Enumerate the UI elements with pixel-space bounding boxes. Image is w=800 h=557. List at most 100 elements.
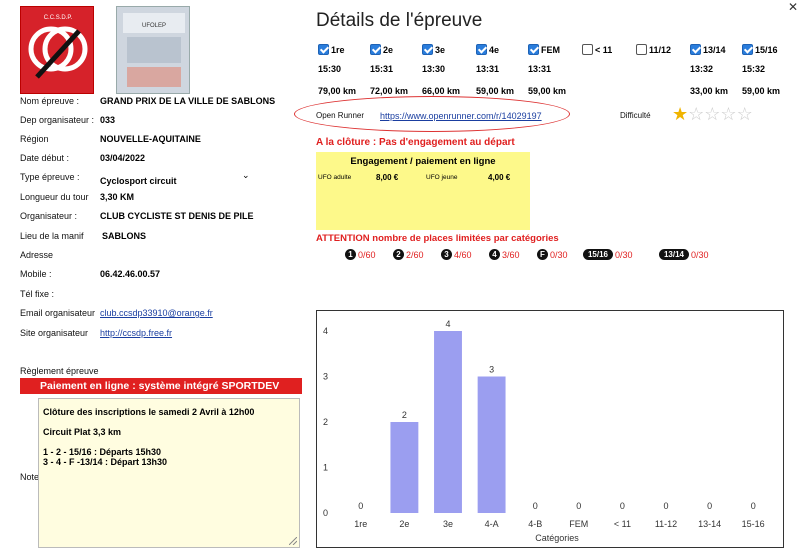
checkbox-icon <box>528 44 539 56</box>
star-icon[interactable]: ☆ <box>737 104 753 124</box>
star-icon[interactable]: ☆ <box>720 104 736 124</box>
category-distance: 79,00 km <box>318 86 357 96</box>
places-item: F 0/30 <box>537 246 568 264</box>
bar-data-label: 0 <box>751 501 756 511</box>
info-label: Site organisateur <box>20 328 89 338</box>
resize-handle-icon[interactable] <box>289 537 297 545</box>
info-value: NOUVELLE-AQUITAINE <box>100 134 201 144</box>
category-label: 2e <box>383 44 394 55</box>
payment-banner: Paiement en ligne : système intégré SPOR… <box>20 378 302 394</box>
info-value: 03/04/2022 <box>100 153 146 163</box>
chart-box: 0 1 2 3 4 0 1re 2 2e 4 3e 3 4-A 0 4-B 0 FEM 0 < 11 0 11-12 0 1… <box>316 310 784 548</box>
category-badge: 4 <box>489 249 500 261</box>
club-logo: C.C.S.D.P. <box>20 6 94 94</box>
category-badge: 1 <box>345 249 356 261</box>
info-label: Mobile : <box>20 269 52 279</box>
category-time: 15:30 <box>318 64 342 74</box>
category-checkbox[interactable]: 2e <box>370 41 393 59</box>
chevron-down-icon: ⌄ <box>242 170 250 180</box>
bar-data-label: 2 <box>402 410 407 420</box>
bar <box>390 422 419 513</box>
checkbox-icon <box>318 44 329 56</box>
event-poster[interactable]: UFOLEP <box>116 6 190 94</box>
star-icon[interactable]: ☆ <box>688 104 704 124</box>
type-epreuve-select[interactable]: Cyclosport circuit ⌄ <box>100 170 256 186</box>
engagement-box: Engagement / paiement en ligne UFO adult… <box>316 152 530 230</box>
ufo-jeune-label: UFO jeune <box>426 174 458 181</box>
info-label: Adresse <box>20 250 54 260</box>
note-line: Circuit Plat 3,3 km <box>43 427 122 437</box>
x-tick-label: 3e <box>443 519 453 529</box>
info-label: Dep organisateur : <box>20 115 95 125</box>
category-checkbox[interactable]: 4e <box>476 41 499 59</box>
y-tick-label: 2 <box>323 417 328 427</box>
category-label: 1re <box>331 44 345 55</box>
category-checkbox[interactable]: < 11 <box>582 41 612 59</box>
category-time: 15:31 <box>370 64 394 74</box>
star-icon[interactable]: ★ <box>672 104 688 124</box>
x-tick-label: 4-A <box>485 519 499 529</box>
info-label: Date début : <box>20 153 70 163</box>
y-tick-label: 0 <box>323 508 328 518</box>
category-checkbox[interactable]: 3e <box>422 41 445 59</box>
bar-data-label: 0 <box>620 501 625 511</box>
info-label: Nom épreuve : <box>20 96 80 106</box>
attention-text: ATTENTION nombre de places limitées par … <box>316 233 559 244</box>
info-label: Organisateur : <box>20 211 78 221</box>
close-icon[interactable]: ✕ <box>788 0 798 14</box>
x-tick-label: 13-14 <box>698 519 721 529</box>
category-badge: 3 <box>441 249 452 261</box>
checkbox-icon <box>370 44 381 56</box>
engagement-title: Engagement / paiement en ligne <box>350 156 496 167</box>
info-label: Longueur du tour <box>20 192 89 202</box>
checkbox-icon <box>742 44 753 56</box>
website-link[interactable]: http://ccsdp.free.fr <box>100 328 172 338</box>
places-item: 13/14 0/30 <box>659 246 709 264</box>
places-count: 0/30 <box>615 249 633 260</box>
category-time: 13:32 <box>690 64 714 74</box>
info-label: Tél fixe : <box>20 289 55 299</box>
category-label: 11/12 <box>649 44 672 55</box>
category-label: 4e <box>489 44 500 55</box>
bar-chart: 0 1 2 3 4 0 1re 2 2e 4 3e 3 4-A 0 4-B 0 FEM 0 < 11 0 11-12 0 1… <box>323 319 765 543</box>
category-badge: 15/16 <box>583 249 613 261</box>
open-runner-link[interactable]: https://www.openrunner.com/r/14029197 <box>380 111 542 121</box>
bar <box>434 331 462 513</box>
category-label: 15/16 <box>755 44 778 55</box>
category-distance: 33,00 km <box>690 86 729 96</box>
note-textarea[interactable]: Clôture des inscriptions le samedi 2 Avr… <box>38 398 300 548</box>
note-line: Clôture des inscriptions le samedi 2 Avr… <box>43 407 255 417</box>
bar-data-label: 4 <box>445 319 450 329</box>
category-distance: 59,00 km <box>742 86 781 96</box>
category-label: 13/14 <box>703 44 726 55</box>
places-item: 1 0/60 <box>345 246 376 264</box>
x-tick-label: 4-B <box>528 519 542 529</box>
checkbox-icon <box>582 44 593 56</box>
info-label: Type épreuve : <box>20 172 80 182</box>
category-checkbox[interactable]: FEM <box>528 41 560 59</box>
email-link[interactable]: club.ccsdp33910@orange.fr <box>100 308 213 318</box>
x-tick-label: 1re <box>354 519 367 529</box>
x-tick-label: FEM <box>569 519 588 529</box>
places-item: 3 4/60 <box>441 246 472 264</box>
category-checkbox[interactable]: 13/14 <box>690 41 726 59</box>
places-count: 3/60 <box>502 249 520 260</box>
info-value: 033 <box>100 115 116 125</box>
cloture-text: A la clôture : Pas d'engagement au dépar… <box>316 137 515 148</box>
places-item: 15/16 0/30 <box>583 246 633 264</box>
logo2-text: UFOLEP <box>142 23 166 29</box>
category-checkbox[interactable]: 11/12 <box>636 41 671 59</box>
info-value: CLUB CYCLISTE ST DENIS DE PILE <box>100 211 254 221</box>
checkbox-icon <box>636 44 647 56</box>
places-count: 0/60 <box>358 249 376 260</box>
note-label: Note <box>20 472 40 482</box>
category-checkbox[interactable]: 15/16 <box>742 41 778 59</box>
category-checkbox[interactable]: 1re <box>318 41 345 59</box>
info-label: Email organisateur <box>20 308 96 318</box>
star-icon[interactable]: ☆ <box>704 104 720 124</box>
category-label: FEM <box>541 44 560 55</box>
info-value: SABLONS <box>102 231 147 241</box>
ufo-jeune-price: 4,00 € <box>488 173 511 182</box>
category-distance: 59,00 km <box>476 86 515 96</box>
bar <box>477 376 506 513</box>
